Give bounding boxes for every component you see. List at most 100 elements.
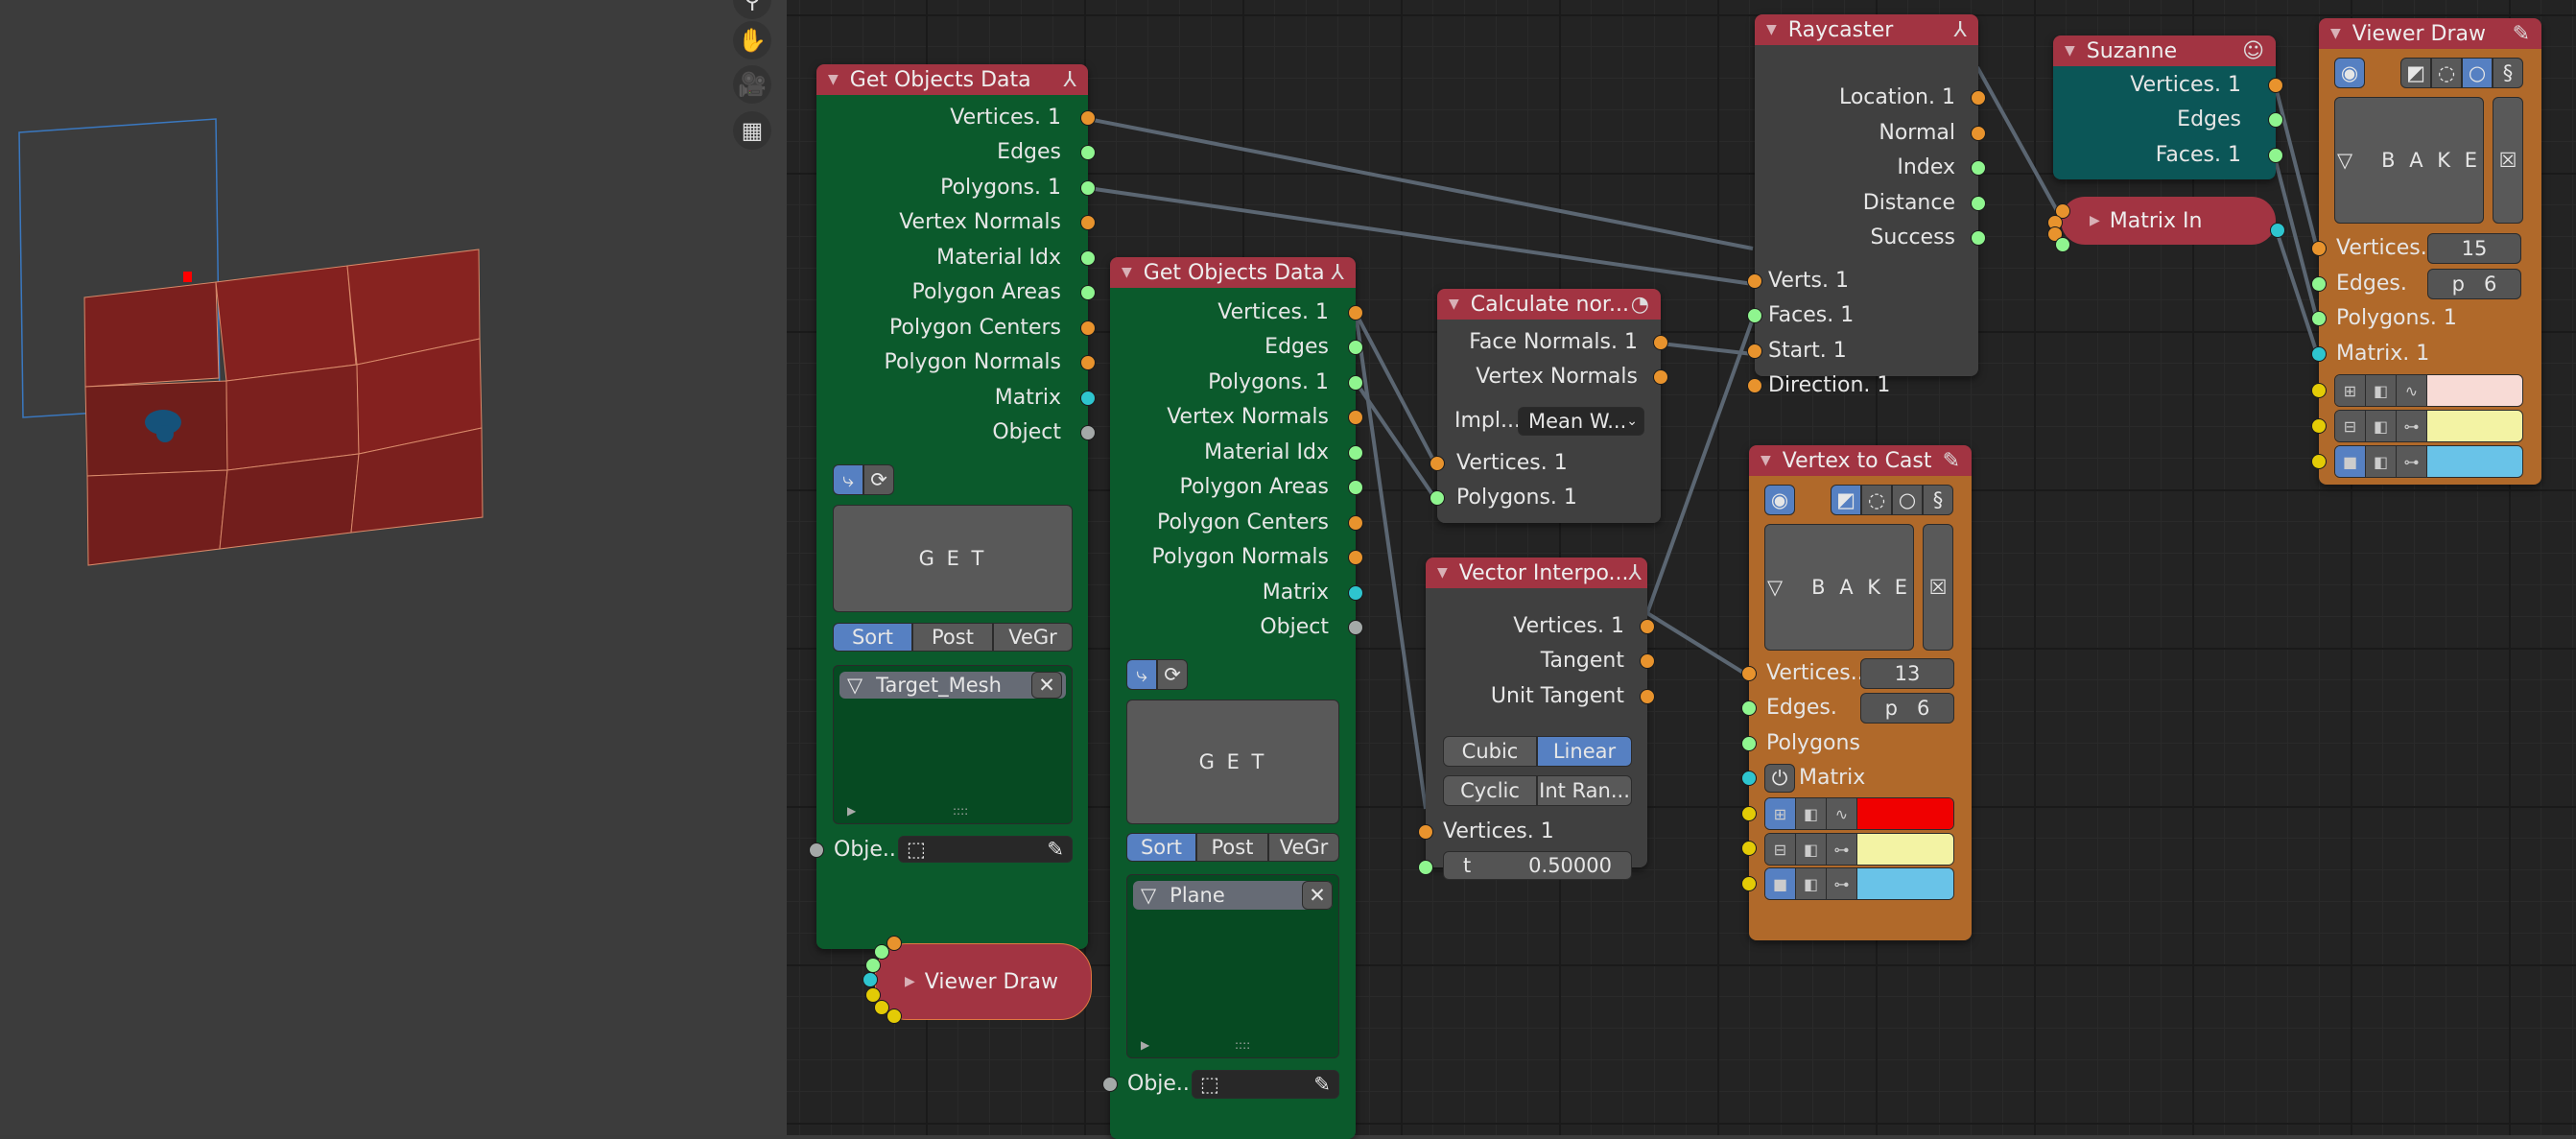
eyedropper-icon[interactable]: ✎ bbox=[1047, 838, 1064, 861]
node-header[interactable]: ▼ Viewer Draw ✎ bbox=[2319, 18, 2541, 49]
mode-cubic-button[interactable]: Cubic bbox=[1443, 736, 1537, 767]
face-color-swatch[interactable] bbox=[1857, 868, 1953, 899]
edge-color-row[interactable]: ⊟ ◧ ⊶ bbox=[1764, 833, 1954, 866]
vertex-mode-icon[interactable]: ⊞ bbox=[1765, 798, 1796, 829]
remove-item-icon[interactable]: ✕ bbox=[1031, 672, 1062, 699]
collapse-icon[interactable]: ▼ bbox=[1437, 565, 1448, 581]
socket[interactable] bbox=[1640, 653, 1655, 669]
collapse-icon[interactable]: ▼ bbox=[2065, 43, 2075, 59]
calculate-normals-node[interactable]: ▼ Calculate nor... ◔ Face Normals. 1 Verte… bbox=[1430, 289, 1668, 523]
node-header[interactable]: ▼ Calculate nor... ◔ bbox=[1437, 289, 1661, 320]
node-tree-icon[interactable]: ⊶ bbox=[2397, 411, 2427, 441]
collapse-icon[interactable]: ▼ bbox=[828, 72, 839, 87]
resize-grip-icon[interactable]: :::: bbox=[953, 804, 968, 818]
draw-verts-icon[interactable]: ○ bbox=[2462, 58, 2493, 88]
resize-grip-icon[interactable]: :::: bbox=[1235, 1038, 1250, 1052]
vertices-size-field[interactable]: 15 bbox=[2427, 233, 2521, 264]
socket[interactable] bbox=[1348, 620, 1363, 635]
matrix-plug-icon[interactable]: ⏻ bbox=[1764, 764, 1795, 793]
socket[interactable] bbox=[1747, 308, 1762, 323]
vertex-color-row[interactable]: ⊞ ◧ ∿ bbox=[1764, 797, 1954, 830]
mode-linear-button[interactable]: Linear bbox=[1537, 736, 1632, 767]
socket[interactable] bbox=[1640, 689, 1655, 704]
socket[interactable] bbox=[1747, 344, 1762, 359]
hand-pan-icon[interactable]: ✋ bbox=[733, 21, 771, 59]
curve-icon[interactable]: ∿ bbox=[1827, 798, 1857, 829]
socket[interactable] bbox=[1080, 355, 1096, 370]
socket[interactable] bbox=[1080, 110, 1096, 126]
object-picker[interactable]: ⬚ ✎ bbox=[898, 836, 1073, 863]
face-color-swatch[interactable] bbox=[2427, 446, 2522, 477]
sort-mode-icon[interactable]: ⤷ bbox=[833, 464, 863, 495]
vertex-color-swatch[interactable] bbox=[2427, 375, 2522, 406]
tab-post[interactable]: Post bbox=[1196, 833, 1268, 862]
draw-edges-icon[interactable]: ◌ bbox=[2431, 58, 2462, 88]
vector-interpolation-node[interactable]: ▼ Vector Interpo... ⅄ Vertices. 1 Tangent … bbox=[1418, 558, 1655, 880]
draw-faces-icon[interactable]: ◩ bbox=[2400, 58, 2431, 88]
socket[interactable] bbox=[1080, 320, 1096, 336]
socket[interactable] bbox=[1971, 196, 1986, 211]
vertex-mode-icon[interactable]: ⊞ bbox=[2335, 375, 2366, 406]
socket[interactable] bbox=[809, 842, 824, 858]
socket[interactable] bbox=[1653, 335, 1668, 350]
socket[interactable] bbox=[886, 1008, 902, 1024]
face-mode-icon[interactable]: ■ bbox=[2335, 446, 2366, 477]
visibility-eye-icon[interactable]: ◉ bbox=[1764, 485, 1795, 515]
raycaster-node[interactable]: ▼ Raycaster ⅄ Location. 1 Normal Index Dis… bbox=[1747, 14, 1986, 397]
edges-width-field[interactable]: p 6 bbox=[1860, 693, 1954, 724]
refresh-icon[interactable]: ⟳ bbox=[1157, 659, 1188, 690]
socket[interactable] bbox=[2311, 383, 2327, 398]
viewer-draw-node[interactable]: ▼ Viewer Draw ✎ ◉ ◩ ◌ ○ § ▽ B A K E ☒ Verti… bbox=[2311, 18, 2541, 485]
edges-width-field[interactable]: p 6 bbox=[2427, 269, 2521, 299]
tab-sort[interactable]: Sort bbox=[1126, 833, 1196, 862]
socket[interactable] bbox=[1348, 410, 1363, 425]
3d-viewport[interactable]: ⚲ ✋ 🎥 ▦ bbox=[0, 0, 787, 1135]
get-objects-data-node-1[interactable]: ▼ Get Objects Data ⅄ Vertices. 1 Edges Pol… bbox=[809, 64, 1096, 949]
socket[interactable] bbox=[1348, 585, 1363, 601]
socket[interactable] bbox=[1418, 860, 1433, 875]
socket[interactable] bbox=[1080, 425, 1096, 440]
tab-sort[interactable]: Sort bbox=[833, 623, 912, 652]
node-tree-icon[interactable]: ⊶ bbox=[1827, 834, 1857, 865]
shading-icon[interactable]: ◧ bbox=[2366, 446, 2397, 477]
clear-bake-icon[interactable]: ☒ bbox=[1923, 524, 1953, 651]
object-picker[interactable]: ⬚ ✎ bbox=[1192, 1070, 1339, 1099]
curve-icon[interactable]: ∿ bbox=[2397, 375, 2427, 406]
draw-edges-icon[interactable]: ◌ bbox=[1861, 485, 1892, 515]
socket[interactable] bbox=[1080, 285, 1096, 300]
shading-icon[interactable]: ◧ bbox=[1796, 868, 1827, 899]
int-range-toggle[interactable]: Int Ran... bbox=[1537, 775, 1632, 806]
socket[interactable] bbox=[2055, 237, 2070, 252]
collapse-icon[interactable]: ▼ bbox=[1122, 265, 1132, 280]
edge-color-swatch[interactable] bbox=[2427, 411, 2522, 441]
socket[interactable] bbox=[1971, 126, 1986, 141]
socket[interactable] bbox=[1430, 456, 1445, 471]
eyedropper-icon[interactable]: ✎ bbox=[1313, 1073, 1331, 1096]
vertex-color-row[interactable]: ⊞ ◧ ∿ bbox=[2334, 374, 2523, 407]
socket[interactable] bbox=[1741, 876, 1757, 891]
expand-icon[interactable]: ▶ bbox=[2090, 213, 2100, 228]
socket[interactable] bbox=[1080, 250, 1096, 266]
python-icon[interactable]: § bbox=[1923, 485, 1953, 515]
node-header[interactable]: ▼ Raycaster ⅄ bbox=[1755, 14, 1978, 45]
socket[interactable] bbox=[1430, 490, 1445, 506]
clear-bake-icon[interactable]: ☒ bbox=[2493, 97, 2523, 224]
bake-button[interactable]: ▽ B A K E bbox=[2334, 97, 2484, 224]
socket[interactable] bbox=[1348, 515, 1363, 531]
socket[interactable] bbox=[1741, 841, 1757, 856]
socket[interactable] bbox=[2268, 148, 2283, 163]
vertices-size-field[interactable]: 13 bbox=[1860, 658, 1954, 689]
vertex-to-cast-node[interactable]: ▼ Vertex to Cast ✎ ◉ ◩ ◌ ○ § ▽ B A K E ☒ Ve… bbox=[1741, 445, 1972, 940]
socket[interactable] bbox=[1640, 619, 1655, 634]
socket[interactable] bbox=[1348, 340, 1363, 355]
suzanne-node[interactable]: ▼ Suzanne ☺ Vertices. 1 Edges Faces. 1 bbox=[2053, 36, 2283, 179]
shading-icon[interactable]: ◧ bbox=[2366, 411, 2397, 441]
python-icon[interactable]: § bbox=[2493, 58, 2523, 88]
shading-icon[interactable]: ◧ bbox=[1796, 798, 1827, 829]
get-button[interactable]: G E T bbox=[833, 505, 1073, 612]
socket[interactable] bbox=[1741, 736, 1757, 751]
grid-ortho-icon[interactable]: ▦ bbox=[733, 111, 771, 150]
socket[interactable] bbox=[1348, 445, 1363, 461]
face-color-row[interactable]: ■ ◧ ⊶ bbox=[2334, 445, 2523, 478]
tab-vegr[interactable]: VeGr bbox=[993, 623, 1073, 652]
